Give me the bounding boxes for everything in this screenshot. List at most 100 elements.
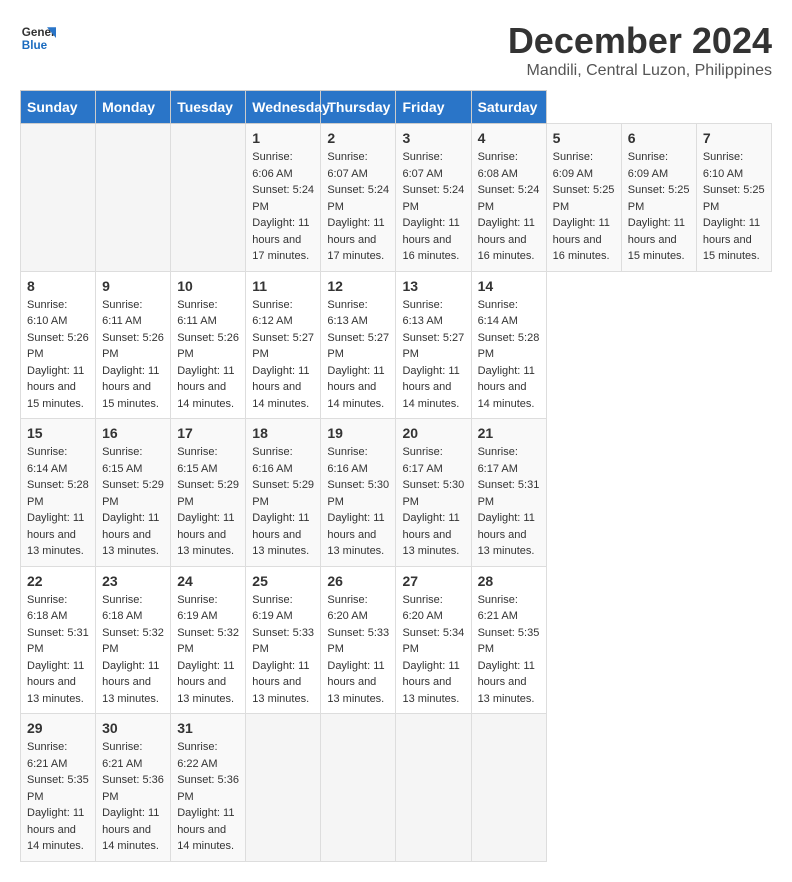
day-number: 11 — [252, 278, 314, 294]
day-info: Sunrise: 6:10 AMSunset: 5:25 PMDaylight:… — [703, 151, 765, 262]
calendar-day-cell: 31 Sunrise: 6:22 AMSunset: 5:36 PMDayligh… — [171, 714, 246, 862]
month-title: December 2024 — [508, 20, 772, 62]
day-number: 29 — [27, 720, 89, 736]
day-number: 25 — [252, 573, 314, 589]
day-number: 9 — [102, 278, 164, 294]
calendar-week-row: 15 Sunrise: 6:14 AMSunset: 5:28 PMDayligh… — [21, 419, 772, 567]
calendar-day-cell: 4Sunrise: 6:08 AMSunset: 5:24 PMDaylight… — [471, 124, 546, 272]
day-number: 28 — [478, 573, 540, 589]
day-number: 18 — [252, 425, 314, 441]
day-number: 1 — [252, 130, 314, 146]
calendar-day-cell: 26 Sunrise: 6:20 AMSunset: 5:33 PMDayligh… — [321, 566, 396, 714]
calendar-header-sunday: Sunday — [21, 91, 96, 124]
day-number: 27 — [402, 573, 464, 589]
day-info: Sunrise: 6:14 AMSunset: 5:28 PMDaylight:… — [27, 446, 89, 557]
day-info: Sunrise: 6:20 AMSunset: 5:33 PMDaylight:… — [327, 594, 389, 705]
calendar-body: 1Sunrise: 6:06 AMSunset: 5:24 PMDaylight… — [21, 124, 772, 862]
title-section: December 2024 Mandili, Central Luzon, Ph… — [508, 20, 772, 80]
day-number: 20 — [402, 425, 464, 441]
calendar-header-tuesday: Tuesday — [171, 91, 246, 124]
calendar-day-cell: 29 Sunrise: 6:21 AMSunset: 5:35 PMDayligh… — [21, 714, 96, 862]
calendar-day-cell: 9 Sunrise: 6:11 AMSunset: 5:26 PMDaylight… — [96, 271, 171, 419]
header: General Blue December 2024 Mandili, Cent… — [20, 20, 772, 80]
calendar-week-row: 1Sunrise: 6:06 AMSunset: 5:24 PMDaylight… — [21, 124, 772, 272]
calendar-day-cell: 18 Sunrise: 6:16 AMSunset: 5:29 PMDayligh… — [246, 419, 321, 567]
day-info: Sunrise: 6:09 AMSunset: 5:25 PMDaylight:… — [553, 151, 615, 262]
calendar-day-cell: 10Sunrise: 6:11 AMSunset: 5:26 PMDayligh… — [171, 271, 246, 419]
calendar-day-cell: 19 Sunrise: 6:16 AMSunset: 5:30 PMDayligh… — [321, 419, 396, 567]
day-number: 13 — [402, 278, 464, 294]
day-info: Sunrise: 6:13 AMSunset: 5:27 PMDaylight:… — [402, 299, 464, 410]
calendar-empty-cell — [396, 714, 471, 862]
day-info: Sunrise: 6:15 AMSunset: 5:29 PMDaylight:… — [102, 446, 164, 557]
calendar-day-cell: 17 Sunrise: 6:15 AMSunset: 5:29 PMDayligh… — [171, 419, 246, 567]
calendar-header-thursday: Thursday — [321, 91, 396, 124]
day-info: Sunrise: 6:18 AMSunset: 5:31 PMDaylight:… — [27, 594, 89, 705]
day-number: 21 — [478, 425, 540, 441]
calendar-day-cell: 14 Sunrise: 6:14 AMSunset: 5:28 PMDayligh… — [471, 271, 546, 419]
day-number: 19 — [327, 425, 389, 441]
calendar-day-cell: 24Sunrise: 6:19 AMSunset: 5:32 PMDayligh… — [171, 566, 246, 714]
calendar-day-cell: 6Sunrise: 6:09 AMSunset: 5:25 PMDaylight… — [621, 124, 696, 272]
day-number: 3 — [402, 130, 464, 146]
day-info: Sunrise: 6:10 AMSunset: 5:26 PMDaylight:… — [27, 299, 89, 410]
day-info: Sunrise: 6:15 AMSunset: 5:29 PMDaylight:… — [177, 446, 239, 557]
day-info: Sunrise: 6:17 AMSunset: 5:30 PMDaylight:… — [402, 446, 464, 557]
day-info: Sunrise: 6:07 AMSunset: 5:24 PMDaylight:… — [402, 151, 464, 262]
day-number: 2 — [327, 130, 389, 146]
day-number: 30 — [102, 720, 164, 736]
day-info: Sunrise: 6:11 AMSunset: 5:26 PMDaylight:… — [102, 299, 164, 410]
day-number: 24 — [177, 573, 239, 589]
day-number: 26 — [327, 573, 389, 589]
calendar-empty-cell — [321, 714, 396, 862]
calendar-table: SundayMondayTuesdayWednesdayThursdayFrid… — [20, 90, 772, 862]
calendar-day-cell: 27 Sunrise: 6:20 AMSunset: 5:34 PMDayligh… — [396, 566, 471, 714]
calendar-empty-cell — [96, 124, 171, 272]
calendar-day-cell: 11 Sunrise: 6:12 AMSunset: 5:27 PMDayligh… — [246, 271, 321, 419]
calendar-day-cell: 25 Sunrise: 6:19 AMSunset: 5:33 PMDayligh… — [246, 566, 321, 714]
calendar-day-cell: 28 Sunrise: 6:21 AMSunset: 5:35 PMDayligh… — [471, 566, 546, 714]
day-number: 16 — [102, 425, 164, 441]
day-info: Sunrise: 6:18 AMSunset: 5:32 PMDaylight:… — [102, 594, 164, 705]
day-info: Sunrise: 6:19 AMSunset: 5:33 PMDaylight:… — [252, 594, 314, 705]
calendar-day-cell: 15 Sunrise: 6:14 AMSunset: 5:28 PMDayligh… — [21, 419, 96, 567]
calendar-empty-cell — [171, 124, 246, 272]
day-number: 6 — [628, 130, 690, 146]
calendar-day-cell: 12Sunrise: 6:13 AMSunset: 5:27 PMDayligh… — [321, 271, 396, 419]
calendar-day-cell: 30 Sunrise: 6:21 AMSunset: 5:36 PMDayligh… — [96, 714, 171, 862]
calendar-day-cell: 20 Sunrise: 6:17 AMSunset: 5:30 PMDayligh… — [396, 419, 471, 567]
day-number: 10 — [177, 278, 239, 294]
calendar-empty-cell — [246, 714, 321, 862]
calendar-day-cell: 16 Sunrise: 6:15 AMSunset: 5:29 PMDayligh… — [96, 419, 171, 567]
calendar-day-cell: 1Sunrise: 6:06 AMSunset: 5:24 PMDaylight… — [246, 124, 321, 272]
calendar-day-cell: 8 Sunrise: 6:10 AMSunset: 5:26 PMDaylight… — [21, 271, 96, 419]
calendar-header-friday: Friday — [396, 91, 471, 124]
day-info: Sunrise: 6:21 AMSunset: 5:36 PMDaylight:… — [102, 741, 164, 852]
day-info: Sunrise: 6:22 AMSunset: 5:36 PMDaylight:… — [177, 741, 239, 852]
calendar-day-cell: 5Sunrise: 6:09 AMSunset: 5:25 PMDaylight… — [546, 124, 621, 272]
calendar-day-cell: 3 Sunrise: 6:07 AMSunset: 5:24 PMDaylight… — [396, 124, 471, 272]
calendar-week-row: 22 Sunrise: 6:18 AMSunset: 5:31 PMDayligh… — [21, 566, 772, 714]
calendar-empty-cell — [471, 714, 546, 862]
day-info: Sunrise: 6:21 AMSunset: 5:35 PMDaylight:… — [478, 594, 540, 705]
day-number: 8 — [27, 278, 89, 294]
calendar-header-wednesday: Wednesday — [246, 91, 321, 124]
day-info: Sunrise: 6:16 AMSunset: 5:29 PMDaylight:… — [252, 446, 314, 557]
svg-text:Blue: Blue — [22, 39, 48, 52]
calendar-day-cell: 22 Sunrise: 6:18 AMSunset: 5:31 PMDayligh… — [21, 566, 96, 714]
calendar-header-row: SundayMondayTuesdayWednesdayThursdayFrid… — [21, 91, 772, 124]
day-number: 15 — [27, 425, 89, 441]
day-info: Sunrise: 6:21 AMSunset: 5:35 PMDaylight:… — [27, 741, 89, 852]
day-info: Sunrise: 6:13 AMSunset: 5:27 PMDaylight:… — [327, 299, 389, 410]
day-number: 31 — [177, 720, 239, 736]
day-info: Sunrise: 6:20 AMSunset: 5:34 PMDaylight:… — [402, 594, 464, 705]
day-info: Sunrise: 6:12 AMSunset: 5:27 PMDaylight:… — [252, 299, 314, 410]
day-number: 14 — [478, 278, 540, 294]
day-info: Sunrise: 6:16 AMSunset: 5:30 PMDaylight:… — [327, 446, 389, 557]
calendar-day-cell: 7 Sunrise: 6:10 AMSunset: 5:25 PMDaylight… — [696, 124, 771, 272]
day-info: Sunrise: 6:14 AMSunset: 5:28 PMDaylight:… — [478, 299, 540, 410]
calendar-day-cell: 23Sunrise: 6:18 AMSunset: 5:32 PMDayligh… — [96, 566, 171, 714]
day-number: 22 — [27, 573, 89, 589]
day-number: 7 — [703, 130, 765, 146]
day-number: 17 — [177, 425, 239, 441]
